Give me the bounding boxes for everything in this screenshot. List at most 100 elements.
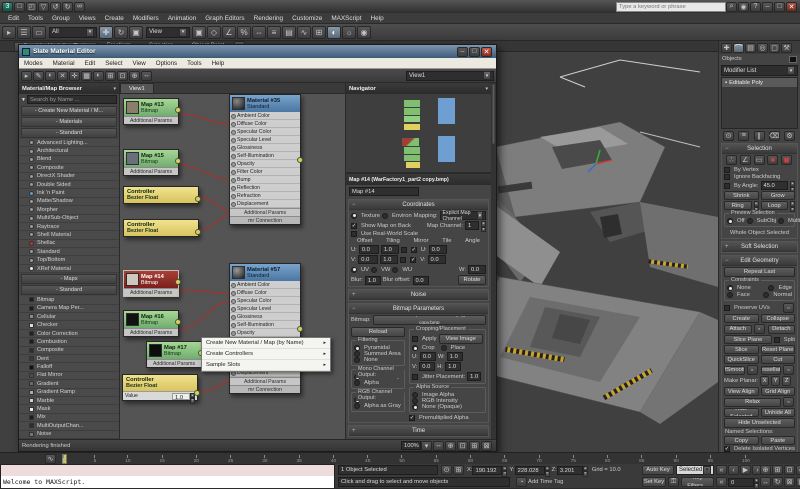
browser-map-item[interactable]: Marble — [19, 397, 119, 405]
material-slot[interactable]: Opacity — [230, 329, 300, 337]
slate-fit-selected-icon[interactable]: ⊠ — [481, 441, 492, 451]
crop-radio[interactable] — [412, 345, 418, 351]
msmooth-button[interactable]: MSmooth — [724, 366, 745, 375]
material-slot[interactable]: Bump — [230, 176, 300, 184]
by-angle-checkbox[interactable] — [724, 183, 730, 189]
show-map-on-back-checkbox[interactable]: ✓ — [351, 223, 357, 229]
ring-button[interactable]: Ring — [724, 201, 752, 210]
browser-material-item[interactable]: Shellac — [19, 240, 119, 248]
mono-alpha-radio[interactable] — [354, 380, 360, 386]
display-tab-icon[interactable]: ▢ — [769, 43, 780, 53]
bitmap-parameters-rollout-header[interactable]: −Bitmap Parameters — [349, 304, 488, 314]
material-slot[interactable]: Glossiness — [230, 144, 300, 152]
node-map13[interactable]: Map #13Bitmap Additional Params — [123, 98, 179, 125]
dropdown-arrow-icon[interactable]: ▾ — [477, 211, 483, 220]
border-subobject-icon[interactable]: ▭ — [754, 155, 765, 165]
reset-plane-button[interactable]: Reset Plane — [761, 345, 796, 354]
slate-pan-icon[interactable]: ↔ — [433, 441, 444, 451]
selection-filter-dropdown[interactable]: All▾ — [49, 27, 97, 38]
percent-snap-icon[interactable]: % — [237, 26, 251, 39]
move-children-icon[interactable]: ✛ — [69, 71, 80, 81]
slate-fit-view-icon[interactable]: ⊞ — [469, 441, 480, 451]
help-icon[interactable]: ? — [750, 2, 761, 12]
constraint-edge-radio[interactable] — [768, 285, 774, 291]
x-spinner[interactable]: ▴▾ — [502, 466, 507, 475]
undo-icon[interactable]: ↺ — [50, 2, 61, 12]
open-file-icon[interactable]: ◰ — [26, 2, 37, 12]
node-footer-additional-params[interactable]: Additional Params — [230, 208, 300, 216]
apply-checkbox[interactable] — [412, 336, 418, 342]
window-close-icon[interactable]: ✕ — [786, 2, 797, 12]
navigator-options-icon[interactable]: ▾ — [485, 86, 488, 92]
z-coordinate-field[interactable]: 3.201 — [557, 466, 583, 475]
dropdown-arrow-icon[interactable]: ▾ — [483, 71, 491, 80]
select-link-icon[interactable]: ∞ — [74, 2, 85, 12]
slate-menu-item[interactable]: Help — [207, 60, 230, 67]
browser-map-item[interactable]: Color Correction — [19, 330, 119, 338]
curve-editor-icon[interactable]: ∿ — [297, 26, 311, 39]
browser-map-item[interactable]: Gradient Ramp — [19, 389, 119, 397]
none-opaque-radio[interactable] — [412, 404, 418, 410]
relax-button[interactable]: Relax — [724, 398, 781, 407]
preview-subobj-radio[interactable] — [747, 218, 753, 224]
element-subobject-icon[interactable]: ◼ — [781, 155, 792, 165]
vertex-subobject-icon[interactable]: ∴ — [726, 155, 737, 165]
time-tag-icon[interactable]: ◔ — [516, 477, 527, 487]
w-angle-field[interactable]: 0.0 — [468, 265, 486, 274]
window-minimize-icon[interactable]: – — [762, 2, 773, 12]
place-radio[interactable] — [441, 345, 447, 351]
planar-y-button[interactable]: Y — [771, 376, 780, 386]
reload-button[interactable]: Reload — [351, 327, 405, 337]
planar-x-button[interactable]: X — [760, 376, 769, 386]
browser-material-item[interactable]: Double Sided — [19, 181, 119, 189]
dropdown-arrow-icon[interactable]: ▾ — [86, 28, 94, 37]
selection-region-icon[interactable]: ▭ — [32, 26, 46, 39]
browser-map-item[interactable]: Composite — [19, 347, 119, 355]
coordinates-rollout-header[interactable]: −Coordinates — [349, 200, 488, 210]
browser-band-materials[interactable]: - Materials — [21, 117, 117, 127]
remove-modifier-icon[interactable]: ⌫ — [769, 131, 780, 141]
browser-band-maps[interactable]: - Maps — [21, 274, 117, 284]
zoom-tool-icon[interactable]: ⊕ — [129, 71, 140, 81]
u-mirror-checkbox[interactable] — [401, 247, 407, 253]
map-channel-field[interactable]: 1 — [465, 221, 479, 230]
select-and-rotate-icon[interactable]: ↻ — [114, 26, 128, 39]
search-dropdown-icon[interactable]: ▼ — [21, 97, 26, 103]
context-menu-item[interactable]: Sample Slots▸ — [202, 360, 330, 371]
macro-recorder-pane[interactable] — [1, 465, 334, 476]
new-scene-icon[interactable]: □ — [14, 2, 25, 12]
slate-menu-item[interactable]: Material — [48, 60, 80, 67]
open-mini-curve-editor-icon[interactable]: ∿ — [45, 454, 56, 464]
walk-through-icon[interactable]: ▦ — [796, 477, 800, 487]
hide-unused-nodeslots-icon[interactable]: ▦ — [81, 71, 92, 81]
browser-map-item[interactable]: Dent — [19, 355, 119, 363]
jitter-field[interactable]: 1.0 — [467, 372, 481, 381]
context-menu-item[interactable]: Create Controllers▸ — [202, 349, 330, 360]
hierarchy-tab-icon[interactable]: ▤ — [745, 43, 756, 53]
layout-all-icon[interactable]: ⊡ — [117, 71, 128, 81]
slate-zoom-icon[interactable]: ⊕ — [445, 441, 456, 451]
pan-view-icon[interactable]: ↔ — [760, 477, 771, 487]
browser-band-create[interactable]: - Create New Material / M... — [21, 106, 117, 116]
output-socket[interactable] — [297, 157, 303, 163]
wu-radio[interactable] — [392, 267, 398, 273]
menu-item[interactable]: Rendering — [254, 15, 284, 22]
menu-item[interactable]: Animation — [168, 15, 196, 22]
browser-material-item[interactable]: Blend — [19, 156, 119, 164]
view-align-button[interactable]: View Align — [724, 387, 759, 396]
material-slot[interactable]: Displacement — [230, 200, 300, 208]
cut-button[interactable]: Cut — [761, 355, 796, 364]
x-coordinate-field[interactable]: 190.192 — [472, 466, 502, 475]
selection-set-dropdown[interactable]: Selected▾ — [676, 465, 714, 475]
menu-item[interactable]: Help — [371, 15, 384, 22]
slate-select-tool-icon[interactable]: ▸ — [21, 71, 32, 81]
field-of-view-icon[interactable]: ◇ — [796, 465, 800, 475]
crop-v-field[interactable]: 0.0 — [419, 362, 435, 371]
premultiplied-alpha-checkbox[interactable]: ✓ — [409, 415, 415, 421]
hide-selected-button[interactable]: Hide Selected — [724, 408, 759, 417]
add-time-tag-label[interactable]: Add Time Tag — [528, 479, 563, 485]
utilities-tab-icon[interactable]: ⚒ — [781, 43, 792, 53]
window-maximize-icon[interactable]: □ — [774, 2, 785, 12]
node-view-canvas[interactable]: Map #13Bitmap Additional Params Map #15B… — [120, 94, 345, 439]
material-slot[interactable]: Self-Illumination — [230, 321, 300, 329]
